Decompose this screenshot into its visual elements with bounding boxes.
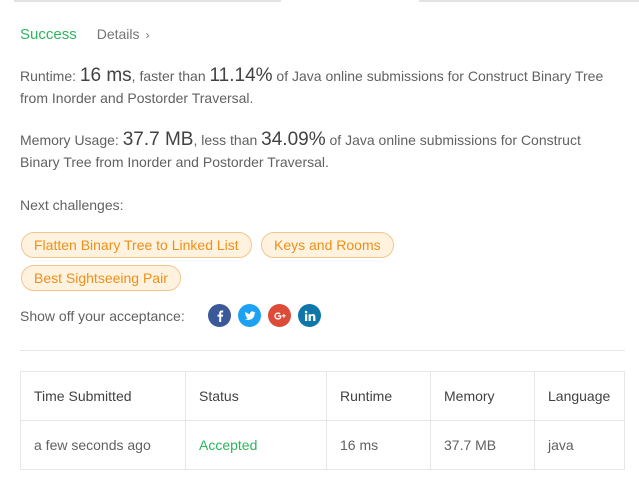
- memory-value: 37.7 MB: [122, 129, 194, 150]
- cell-memory: 37.7 MB: [431, 421, 535, 469]
- table-header-row: Time Submitted Status Runtime Memory Lan…: [21, 372, 624, 421]
- challenge-pill-flatten-binary-tree[interactable]: Flatten Binary Tree to Linked List: [21, 232, 252, 258]
- cell-runtime: 16 ms: [327, 421, 431, 469]
- details-label: Details: [96, 26, 140, 42]
- submissions-table: Time Submitted Status Runtime Memory Lan…: [20, 371, 625, 470]
- cell-status: Accepted: [186, 421, 327, 469]
- header-time-submitted[interactable]: Time Submitted: [21, 372, 186, 420]
- table-row: a few seconds ago Accepted 16 ms 37.7 MB…: [21, 421, 624, 469]
- twitter-icon[interactable]: [238, 304, 261, 327]
- submission-status-line: Success Details ›: [20, 26, 150, 46]
- share-label: Show off your acceptance:: [20, 308, 185, 324]
- details-link[interactable]: Details ›: [97, 26, 150, 42]
- facebook-icon[interactable]: [208, 304, 231, 327]
- runtime-label: Runtime:: [20, 68, 80, 84]
- memory-less-prefix: , less than: [193, 132, 262, 148]
- status-success: Success: [20, 26, 77, 43]
- status-accepted-link[interactable]: Accepted: [199, 437, 257, 453]
- cell-language: java: [548, 437, 574, 453]
- chevron-right-icon: ›: [145, 28, 150, 42]
- memory-stats: Memory Usage: 37.7 MB, less than 34.09% …: [20, 129, 620, 173]
- divider: [20, 350, 625, 351]
- challenge-pill-keys-and-rooms[interactable]: Keys and Rooms: [261, 232, 394, 258]
- header-language[interactable]: Language: [535, 372, 624, 420]
- tab-underline-right: [419, 0, 639, 2]
- header-memory[interactable]: Memory: [431, 372, 535, 420]
- runtime-stats: Runtime: 16 ms, faster than 11.14% of Ja…: [20, 65, 620, 109]
- google-plus-icon[interactable]: [268, 304, 291, 327]
- tab-underline-left: [14, 0, 281, 2]
- cell-time-submitted: a few seconds ago: [21, 421, 186, 469]
- challenge-pill-best-sightseeing-pair[interactable]: Best Sightseeing Pair: [21, 265, 181, 291]
- header-status[interactable]: Status: [186, 372, 327, 420]
- runtime-value: 16 ms: [79, 65, 132, 86]
- memory-label: Memory Usage:: [20, 132, 123, 148]
- tab-bar: [0, 0, 639, 3]
- header-runtime[interactable]: Runtime: [327, 372, 431, 420]
- next-challenges-label: Next challenges:: [20, 197, 124, 213]
- runtime-percent: 11.14%: [209, 65, 273, 86]
- linkedin-icon[interactable]: [298, 304, 321, 327]
- runtime-faster-prefix: , faster than: [131, 68, 210, 84]
- memory-percent: 34.09%: [261, 129, 326, 150]
